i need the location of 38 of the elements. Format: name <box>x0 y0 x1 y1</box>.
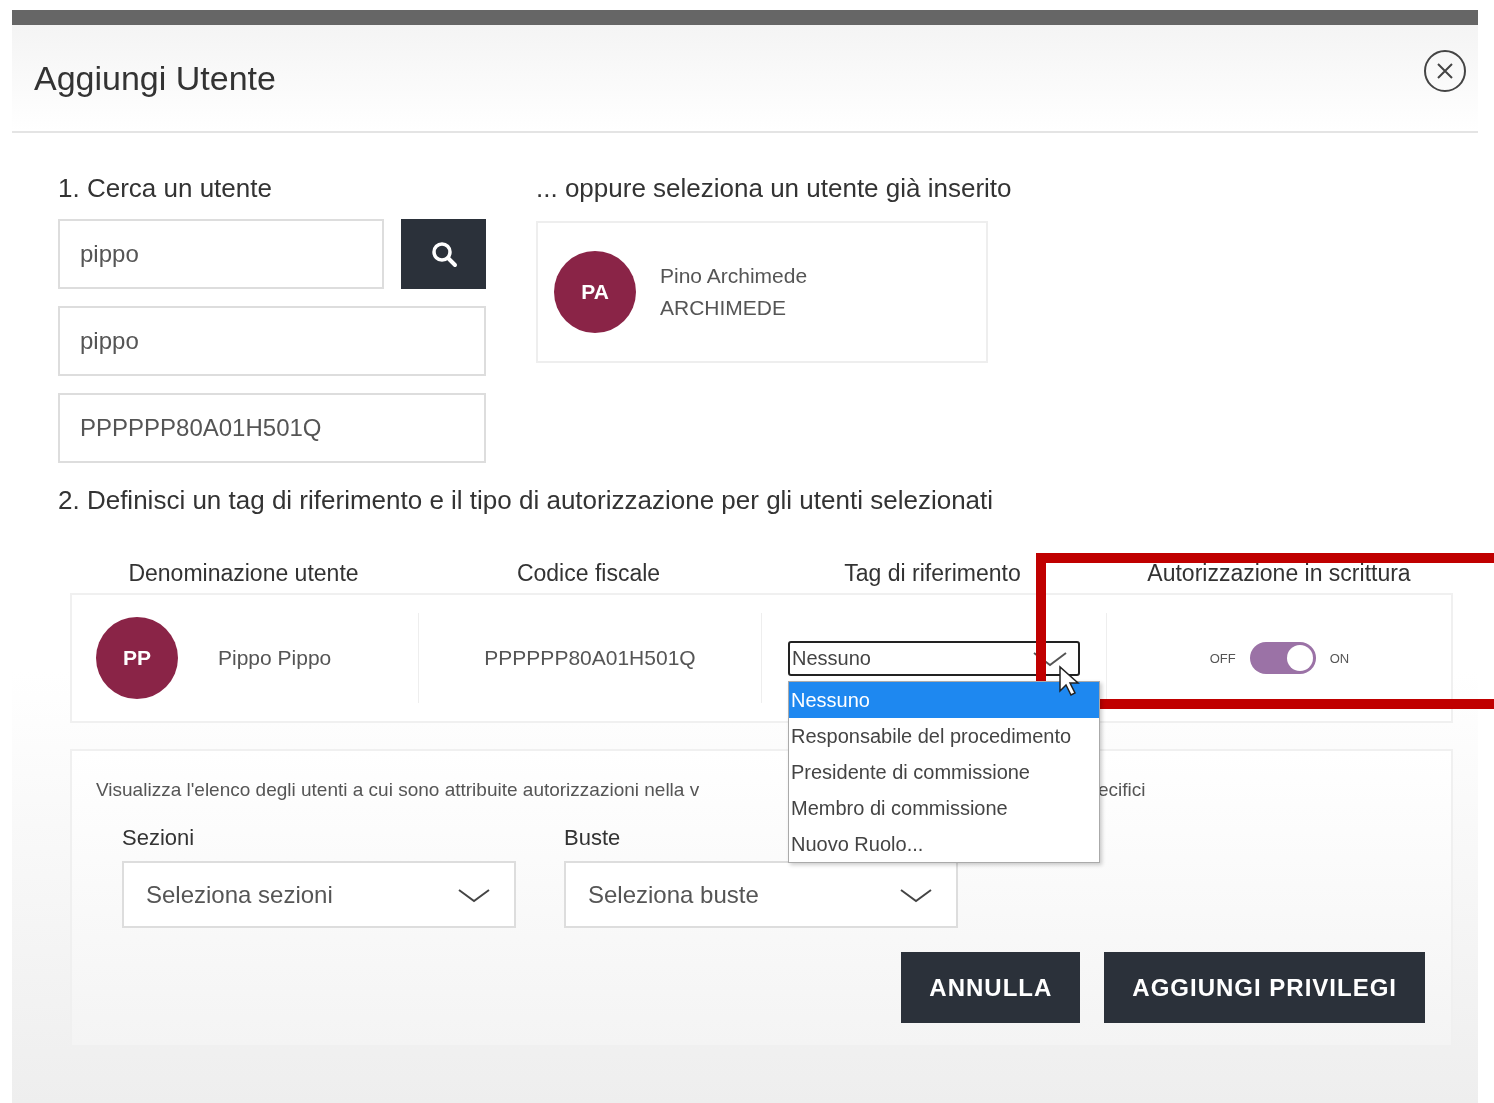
search-button[interactable] <box>401 219 486 289</box>
search-field[interactable]: pippo <box>58 219 384 289</box>
name-field[interactable]: pippo <box>58 306 486 376</box>
tax-code: PPPPPP80A01H501Q <box>484 646 696 670</box>
dropdown-option[interactable]: Membro di commissione <box>789 790 1099 826</box>
column-header: Autorizzazione in scrittura <box>1146 560 1412 587</box>
tax-code-field[interactable]: PPPPPP80A01H501Q <box>58 393 486 463</box>
info-text: ecifici <box>1098 779 1147 801</box>
column-header: Codice fiscale <box>515 560 662 587</box>
dropdown-option[interactable]: Nessuno <box>789 682 1099 718</box>
column-header: Tag di riferimento <box>843 560 1022 587</box>
tag-select[interactable]: Nessuno <box>788 641 1080 676</box>
select-field[interactable]: Seleziona sezioni <box>122 861 516 928</box>
select-field[interactable]: Seleziona buste <box>564 861 958 928</box>
toggle-on-label: ON <box>1329 650 1350 666</box>
toggle-off-label: OFF <box>1209 650 1236 666</box>
action-button[interactable]: ANNULLA <box>901 952 1081 1023</box>
field-label: Buste <box>564 825 621 851</box>
dropdown-option[interactable]: Nuovo Ruolo... <box>789 826 1099 862</box>
avatar: PA <box>554 251 636 333</box>
section-heading: 2. Definisci un tag di riferimento e il tipo di autorizzazione per gli utenti selezionati <box>58 485 995 516</box>
search-icon <box>429 240 458 268</box>
write-toggle[interactable] <box>1249 642 1316 674</box>
avatar: PP <box>96 617 178 699</box>
user-surname: ARCHIMEDE <box>660 296 787 320</box>
user-name: Pino Archimede <box>660 264 808 288</box>
dropdown-option[interactable]: Presidente di commissione <box>789 754 1099 790</box>
dialog-title: Aggiungi Utente <box>34 58 276 98</box>
info-text: Visualizza l'elenco degli utenti a cui sono attribuite autorizzazioni nella v <box>96 779 701 801</box>
column-header: Denominazione utente <box>127 560 360 587</box>
field-label: Sezioni <box>122 825 195 851</box>
dropdown-option[interactable]: Responsabile del procedimento <box>789 718 1099 754</box>
action-button[interactable]: AGGIUNGI PRIVILEGI <box>1104 952 1425 1023</box>
user-name: Pippo Pippo <box>218 646 332 670</box>
section-heading: 1. Cerca un utente <box>58 173 273 204</box>
user-card[interactable]: PA Pino Archimede ARCHIMEDE <box>536 221 988 363</box>
close-icon[interactable] <box>1422 48 1468 94</box>
section-heading: ... oppure seleziona un utente già inserito <box>536 173 1012 204</box>
